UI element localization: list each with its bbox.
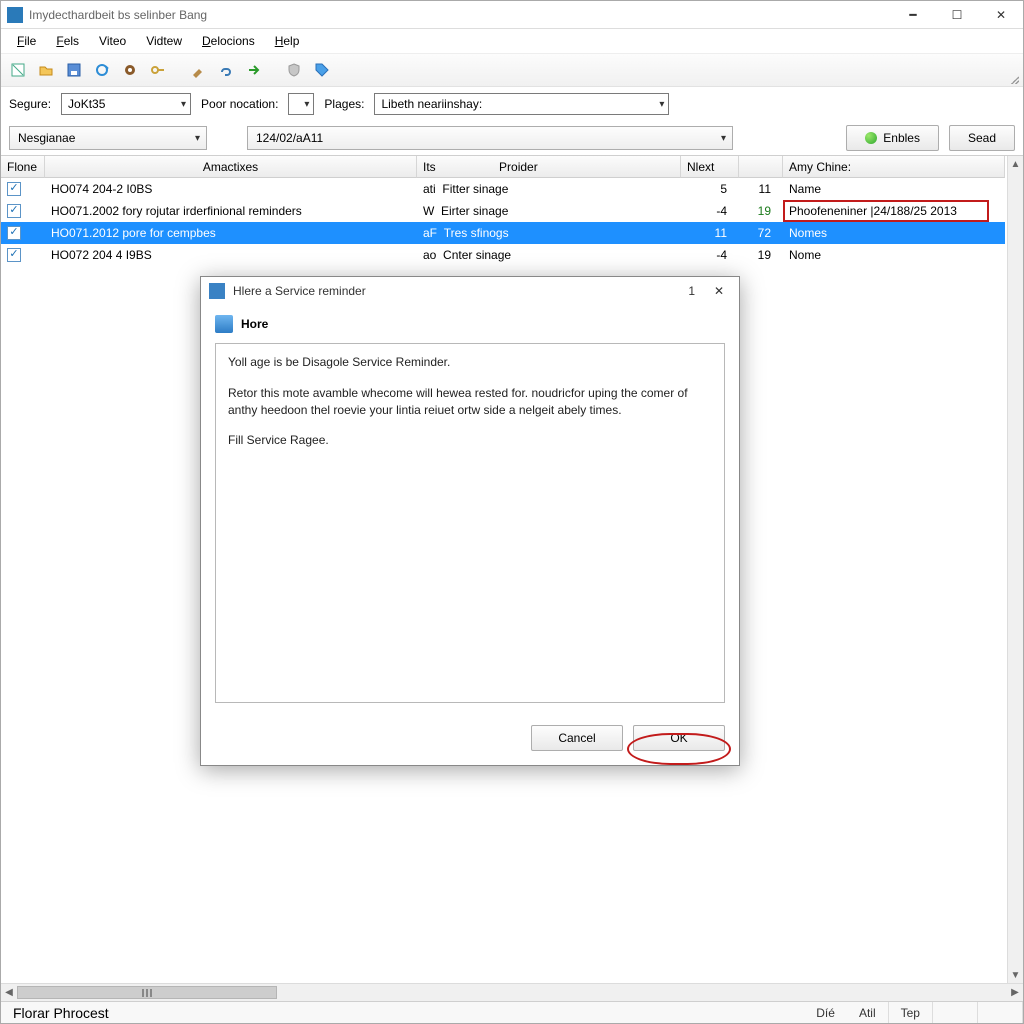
row-check[interactable]	[1, 178, 45, 200]
tool-new-icon[interactable]	[7, 59, 29, 81]
dialog-icon	[209, 283, 225, 299]
row-code[interactable]: HO072 204 4 I9BS	[45, 244, 417, 266]
row-name[interactable]: Phoofeneniner |24/188/25 2013	[783, 200, 1005, 222]
window-title: Imydecthardbeit bs selinber Bang	[29, 8, 891, 22]
row-amy[interactable]: 11	[739, 178, 783, 200]
status-extra2	[978, 1002, 1023, 1023]
plages-label: Plages:	[324, 97, 364, 111]
tool-link-icon[interactable]	[215, 59, 237, 81]
dialog-p2: Retor this mote avamble whecome will hew…	[228, 385, 712, 419]
maximize-button[interactable]: ☐	[935, 1, 979, 29]
col-amy[interactable]	[739, 156, 783, 178]
tool-gear-icon[interactable]	[119, 59, 141, 81]
row-check[interactable]	[1, 244, 45, 266]
status-c: Tep	[889, 1002, 933, 1023]
menu-help[interactable]: Help	[265, 32, 310, 50]
vertical-scrollbar[interactable]: ▲ ▼	[1007, 156, 1023, 983]
statusbar: Florar Phrocest Díé Atil Tep	[1, 1001, 1023, 1023]
tool-save-icon[interactable]	[63, 59, 85, 81]
tool-tag-icon[interactable]	[311, 59, 333, 81]
cancel-button[interactable]: Cancel	[531, 725, 623, 751]
filter-bar: Segure: JoKt35 Poor nocation: Plages: Li…	[1, 87, 1023, 121]
menu-viteo[interactable]: Viteo	[89, 32, 136, 50]
dialog-title-num: 1	[688, 284, 695, 298]
col-its-hidden[interactable]: Its Proider	[417, 156, 681, 178]
dialog-heading-icon	[215, 315, 233, 333]
menu-file[interactable]: File	[7, 32, 46, 50]
segure-label: Segure:	[9, 97, 51, 111]
row-nlext[interactable]: -4	[681, 244, 739, 266]
service-reminder-dialog: Hlere a Service reminder 1 ✕ Hore Yoll a…	[200, 276, 740, 766]
tool-key-icon[interactable]	[147, 59, 169, 81]
dialog-heading: Hore	[241, 317, 268, 331]
col-amactixes[interactable]: Amactixes	[45, 156, 417, 178]
horizontal-scrollbar[interactable]: ◀ ▶	[1, 983, 1023, 1001]
toolbar-grip-icon	[1009, 74, 1019, 84]
row-code[interactable]: HO071.2012 pore for cempbes	[45, 222, 417, 244]
close-button[interactable]: ✕	[979, 1, 1023, 29]
row-amy[interactable]: 72	[739, 222, 783, 244]
scroll-right-icon[interactable]: ▶	[1007, 984, 1023, 1001]
row-proider[interactable]: ati Fitter sinage	[417, 178, 681, 200]
tool-shield-icon[interactable]	[283, 59, 305, 81]
row-nlext[interactable]: -4	[681, 200, 739, 222]
row-nlext[interactable]: 11	[681, 222, 739, 244]
row-nlext[interactable]: 5	[681, 178, 739, 200]
menu-delocions[interactable]: Delocions	[192, 32, 265, 50]
status-left: Florar Phrocest	[1, 1002, 804, 1023]
scroll-down-icon[interactable]: ▼	[1008, 967, 1023, 983]
dialog-close-button[interactable]: ✕	[707, 284, 731, 298]
poor-label: Poor nocation:	[201, 97, 278, 111]
col-flone[interactable]: Flone	[1, 156, 45, 178]
status-a: Díé	[804, 1002, 847, 1023]
sead-button[interactable]: Sead	[949, 125, 1015, 151]
menubar: File Fels Viteo Vidtew Delocions Help	[1, 29, 1023, 53]
segure-combo[interactable]: JoKt35	[61, 93, 191, 115]
scroll-track[interactable]	[17, 984, 1007, 1001]
dialog-p1: Yoll age is be Disagole Service Reminder…	[228, 354, 712, 371]
row-check[interactable]	[1, 200, 45, 222]
dialog-title: Hlere a Service reminder	[233, 284, 688, 298]
poor-combo[interactable]	[288, 93, 314, 115]
tool-open-icon[interactable]	[35, 59, 57, 81]
nesgianae-combo[interactable]: Nesgianae	[9, 126, 207, 150]
row-code[interactable]: HO071.2002 fory rojutar irderfinional re…	[45, 200, 417, 222]
row-check[interactable]	[1, 222, 45, 244]
ok-button[interactable]: OK	[633, 725, 725, 751]
row-proider[interactable]: aF Tres sfinogs	[417, 222, 681, 244]
status-extra	[933, 1002, 978, 1023]
green-dot-icon	[865, 132, 877, 144]
dialog-p3: Fill Service Ragee.	[228, 432, 712, 449]
menu-vidtew[interactable]: Vidtew	[136, 32, 192, 50]
scroll-left-icon[interactable]: ◀	[1, 984, 17, 1001]
row-name[interactable]: Nomes	[783, 222, 1005, 244]
row-amy[interactable]: 19	[739, 200, 783, 222]
row-name[interactable]: Nome	[783, 244, 1005, 266]
col-nlext[interactable]: Nlext	[681, 156, 739, 178]
dialog-body: Yoll age is be Disagole Service Reminder…	[215, 343, 725, 703]
menu-fels[interactable]: Fels	[46, 32, 89, 50]
scroll-up-icon[interactable]: ▲	[1008, 156, 1023, 172]
row-name[interactable]: Name	[783, 178, 1005, 200]
app-icon	[7, 7, 23, 23]
filter-bar-2: Nesgianae 124/02/aA11 Enbles Sead	[1, 121, 1023, 155]
status-b: Atil	[847, 1002, 889, 1023]
col-amy-chine[interactable]: Amy Chine:	[783, 156, 1005, 178]
tool-refresh-icon[interactable]	[91, 59, 113, 81]
scroll-thumb[interactable]	[17, 986, 277, 999]
row-proider[interactable]: W Eirter sinage	[417, 200, 681, 222]
row-amy[interactable]: 19	[739, 244, 783, 266]
date-combo[interactable]: 124/02/aA11	[247, 126, 733, 150]
row-proider[interactable]: ao Cnter sinage	[417, 244, 681, 266]
minimize-button[interactable]: ━	[891, 1, 935, 29]
row-code[interactable]: HO074 204-2 I0BS	[45, 178, 417, 200]
tool-export-icon[interactable]	[243, 59, 265, 81]
toolbar	[1, 53, 1023, 87]
tool-wrench-icon[interactable]	[187, 59, 209, 81]
enables-button[interactable]: Enbles	[846, 125, 939, 151]
plages-combo[interactable]: Libeth neariinshay:	[374, 93, 669, 115]
